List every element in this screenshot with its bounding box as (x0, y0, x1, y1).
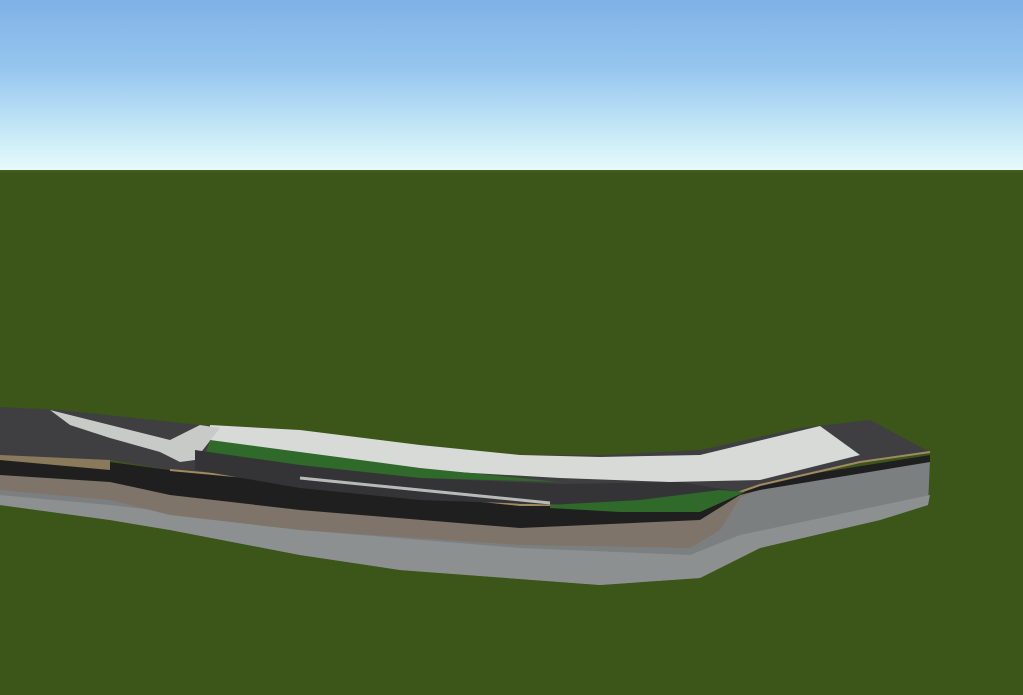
3d-viewport[interactable] (0, 0, 1023, 695)
terrain-model[interactable] (0, 0, 1023, 695)
